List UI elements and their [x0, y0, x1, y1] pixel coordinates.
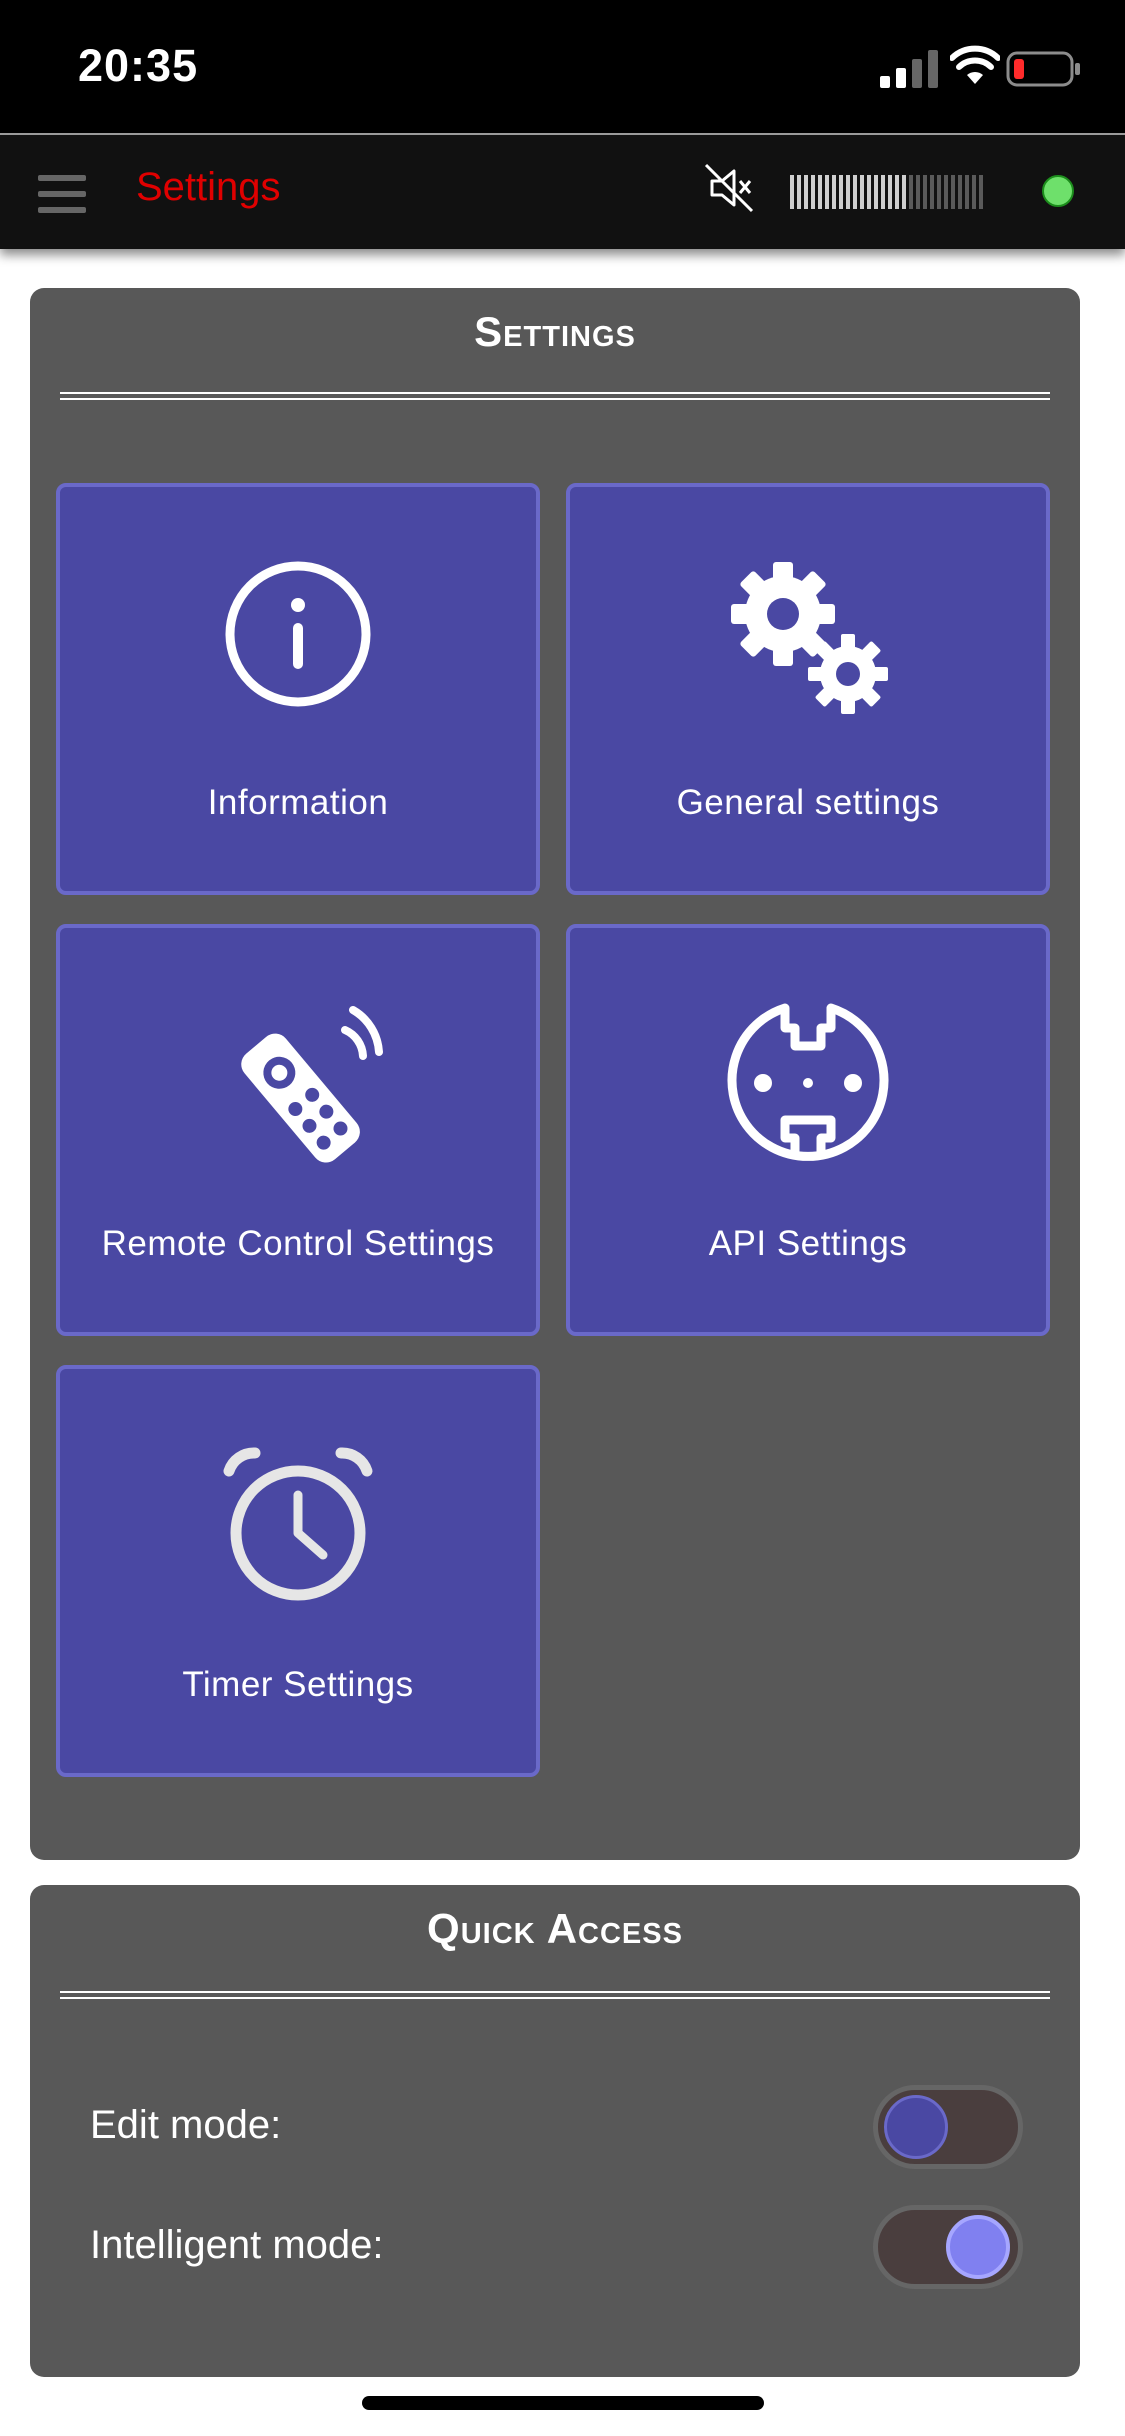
- alarm-clock-icon: [223, 1447, 373, 1601]
- tile-label: General settings: [676, 783, 940, 822]
- remote-control-icon: [241, 1006, 383, 1163]
- level-bar: [909, 175, 913, 209]
- level-bar: [818, 175, 822, 209]
- cellular-signal-icon: [880, 50, 938, 88]
- level-bar: [825, 175, 829, 209]
- intelligent-mode-toggle[interactable]: [873, 2205, 1023, 2289]
- wifi-icon: [950, 45, 1000, 84]
- tile-label: Information: [207, 783, 389, 822]
- level-bar: [972, 175, 976, 209]
- level-bar: [965, 175, 969, 209]
- app-bar: Settings: [0, 133, 1125, 249]
- quick-access-panel: Quick Access Edit mode: Intelligent mode…: [30, 1885, 1080, 2377]
- gears-icon: [731, 562, 888, 714]
- speaker-muted-icon[interactable]: [700, 159, 758, 217]
- intelligent-mode-label: Intelligent mode:: [90, 2223, 384, 2267]
- level-bar: [888, 175, 892, 209]
- level-bar: [853, 175, 857, 209]
- menu-icon[interactable]: [38, 175, 86, 213]
- level-bar: [860, 175, 864, 209]
- level-bar: [881, 175, 885, 209]
- level-bar: [923, 175, 927, 209]
- tile-api-settings[interactable]: API Settings: [566, 924, 1050, 1336]
- level-bar: [839, 175, 843, 209]
- level-bar: [958, 175, 962, 209]
- tile-label: Remote Control Settings: [101, 1224, 495, 1263]
- connection-status-indicator: [1042, 175, 1074, 207]
- settings-panel: Settings Information General settings Re…: [30, 288, 1080, 1860]
- divider: [60, 1991, 1050, 1999]
- level-bar: [867, 175, 871, 209]
- level-bar: [811, 175, 815, 209]
- info-icon: [225, 561, 371, 707]
- tile-label: Timer Settings: [182, 1665, 414, 1704]
- level-bar: [895, 175, 899, 209]
- tile-remote-control-settings[interactable]: Remote Control Settings: [56, 924, 540, 1336]
- level-bar: [902, 175, 906, 209]
- level-bar: [944, 175, 948, 209]
- level-bar: [790, 175, 794, 209]
- settings-panel-title: Settings: [474, 308, 636, 355]
- api-plug-icon: [727, 1003, 889, 1161]
- edit-mode-label: Edit mode:: [90, 2103, 282, 2147]
- tile-general-settings[interactable]: General settings: [566, 483, 1050, 895]
- level-bar: [930, 175, 934, 209]
- page-title: Settings: [136, 165, 281, 209]
- toggle-knob: [946, 2215, 1010, 2279]
- level-bar: [979, 175, 983, 209]
- level-bar: [951, 175, 955, 209]
- tile-timer-settings[interactable]: Timer Settings: [56, 1365, 540, 1777]
- level-bar: [937, 175, 941, 209]
- level-bar: [874, 175, 878, 209]
- quick-access-title: Quick Access: [427, 1905, 683, 1952]
- tile-information[interactable]: Information: [56, 483, 540, 895]
- divider: [60, 392, 1050, 400]
- status-bar: 20:35: [0, 0, 1125, 133]
- toggle-knob: [884, 2095, 948, 2159]
- home-indicator: [362, 2396, 764, 2410]
- level-bar: [916, 175, 920, 209]
- clock: 20:35: [78, 40, 199, 91]
- level-bar: [832, 175, 836, 209]
- level-bar: [797, 175, 801, 209]
- level-bar: [846, 175, 850, 209]
- battery-low-icon: [1006, 51, 1080, 87]
- level-bar: [804, 175, 808, 209]
- tile-label: API Settings: [708, 1224, 908, 1263]
- edit-mode-toggle[interactable]: [873, 2085, 1023, 2169]
- volume-level-meter: [790, 175, 990, 209]
